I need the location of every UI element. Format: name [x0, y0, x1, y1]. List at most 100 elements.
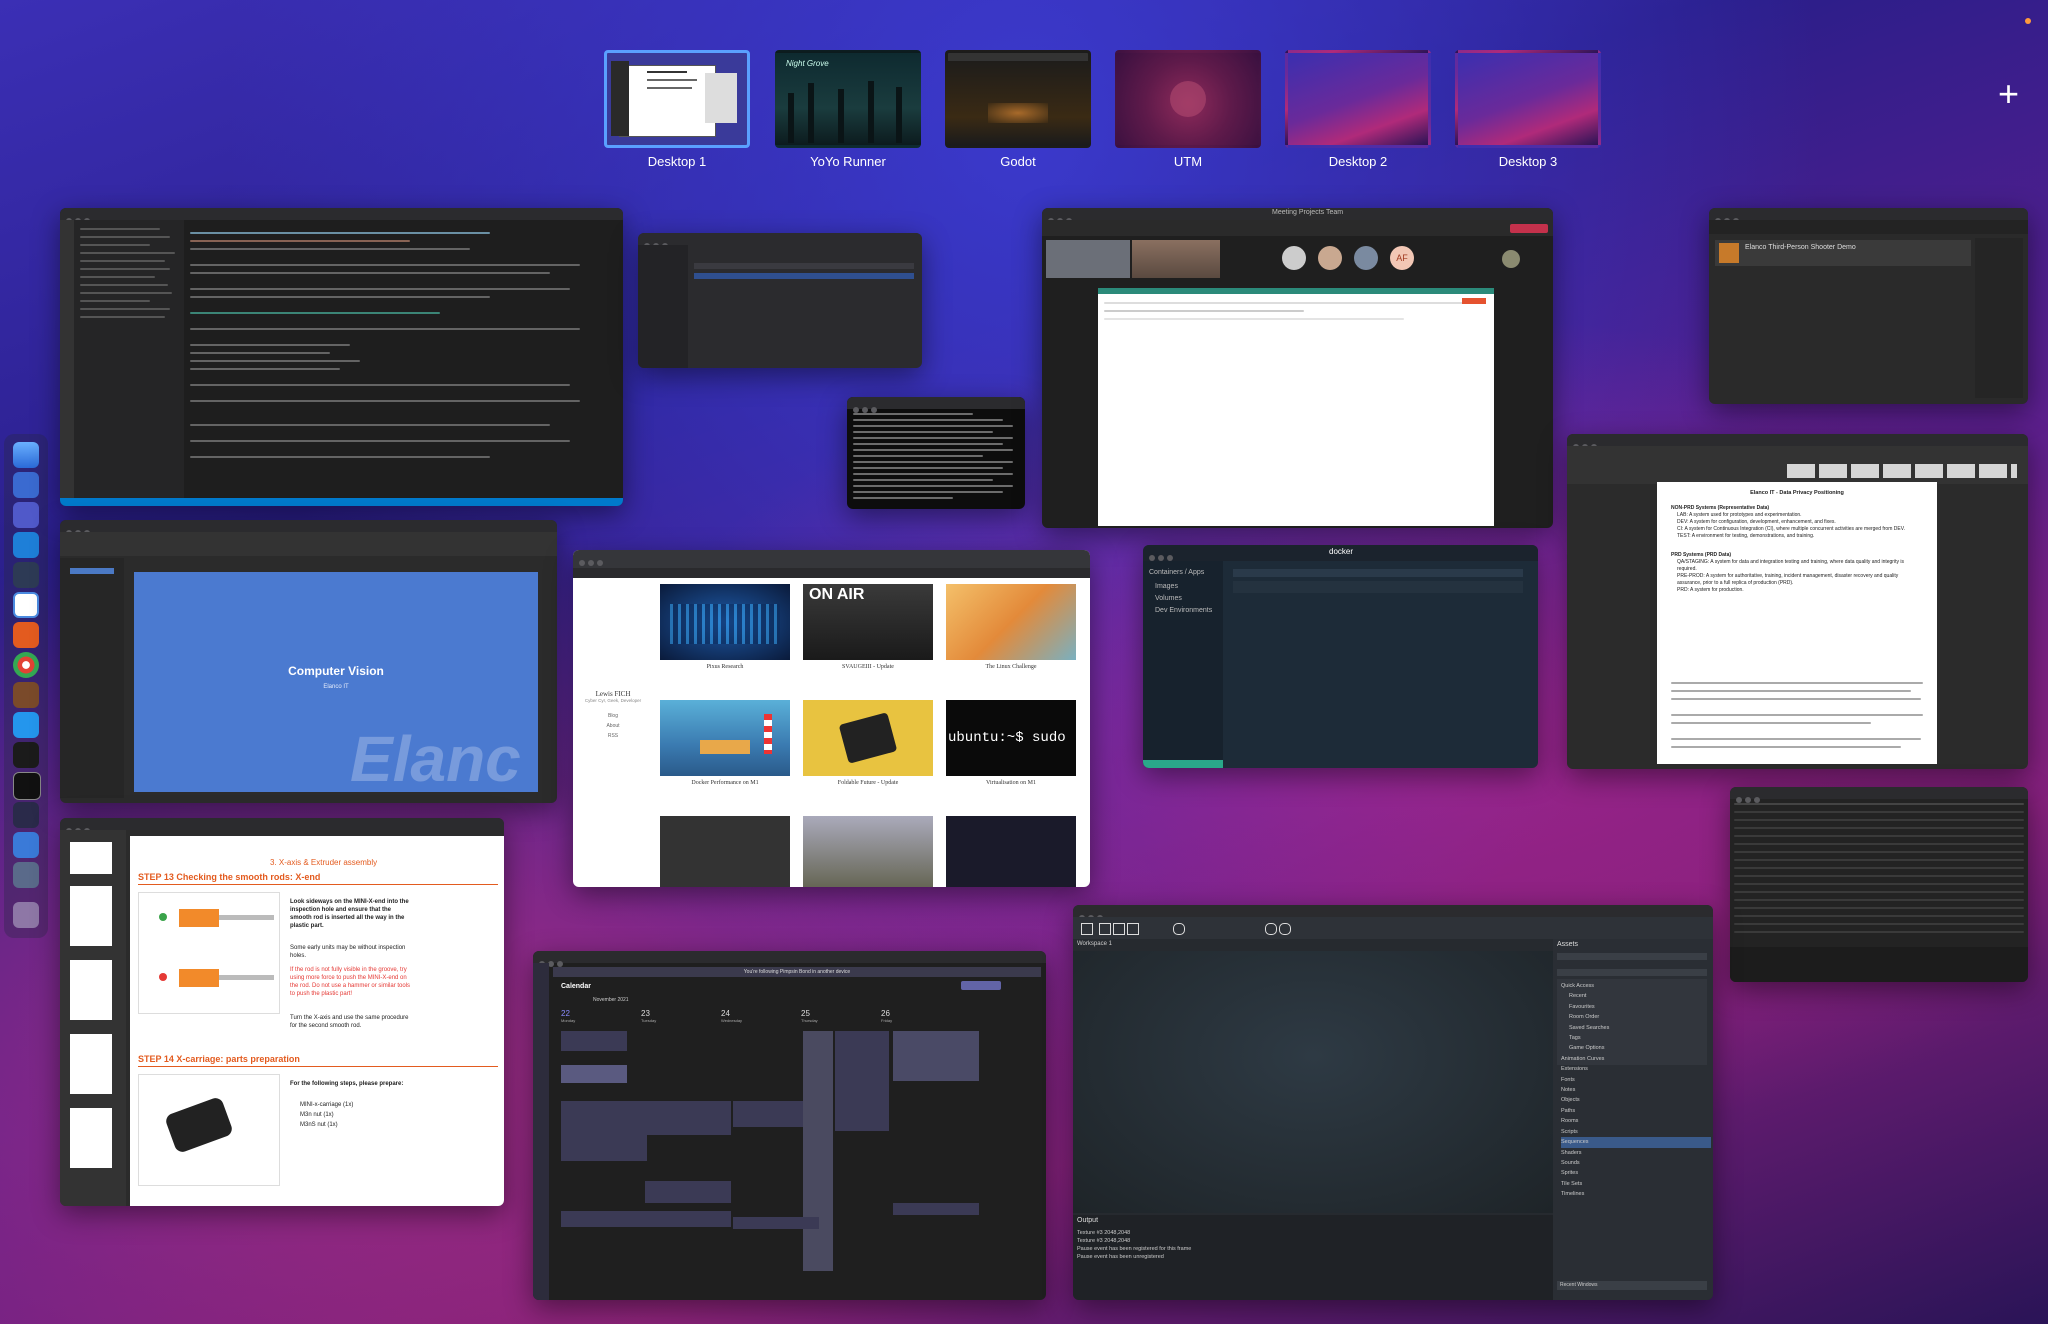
nav-containers[interactable]: Containers / Apps	[1149, 569, 1204, 576]
nav-link-about[interactable]: About	[573, 723, 653, 729]
tree-item[interactable]: Sounds	[1561, 1158, 1711, 1168]
document-page[interactable]: Elanco IT - Data Privacy Positioning NON…	[1657, 482, 1937, 764]
new-meeting-button[interactable]	[961, 981, 1001, 990]
tree-item[interactable]: Scripts	[1561, 1127, 1711, 1137]
nav-link-blog[interactable]: Blog	[573, 713, 653, 719]
calendar-event[interactable]	[893, 1203, 979, 1215]
list-item[interactable]	[694, 273, 914, 279]
app-icon[interactable]	[13, 832, 39, 858]
docker-window[interactable]: docker Containers / Apps Images Volumes …	[1143, 545, 1538, 768]
asset-browser-select[interactable]	[1557, 953, 1707, 960]
vscode-icon[interactable]	[13, 532, 39, 558]
workspace-canvas[interactable]	[1073, 951, 1553, 1213]
terminal-window[interactable]	[847, 397, 1025, 509]
post-image[interactable]: ON AIR	[803, 584, 933, 660]
address-bar[interactable]	[573, 568, 1090, 578]
activity-window[interactable]	[1730, 787, 2028, 982]
app-icon[interactable]	[13, 802, 39, 828]
calendar-event[interactable]	[803, 1031, 833, 1271]
finder-icon[interactable]	[13, 442, 39, 468]
leave-button[interactable]	[1510, 224, 1548, 233]
unity-icon[interactable]	[13, 742, 39, 768]
nav-volumes[interactable]: Volumes	[1155, 595, 1182, 602]
page-thumbnail[interactable]	[70, 1108, 112, 1168]
tree-item[interactable]: Saved Searches	[1561, 1023, 1711, 1033]
post-title[interactable]: The Linux Challenge	[946, 664, 1076, 670]
space-desktop-2[interactable]: Desktop 2	[1285, 50, 1431, 169]
launcher-window[interactable]: Elanco Third-Person Shooter Demo	[1709, 208, 2028, 404]
nav-images[interactable]: Images	[1155, 583, 1178, 590]
trash-icon[interactable]	[13, 902, 39, 928]
post-title[interactable]: Pixus Research	[660, 664, 790, 670]
app-icon[interactable]	[13, 472, 39, 498]
play-icon[interactable]	[1173, 923, 1185, 935]
calendar-event[interactable]	[645, 1101, 731, 1135]
ide-window[interactable]: Workspace 1 Assets Quick Access Recent F…	[1073, 905, 1713, 1300]
app-icon[interactable]	[13, 682, 39, 708]
tree-item[interactable]: Fonts	[1561, 1075, 1711, 1085]
tree-item[interactable]: Objects	[1561, 1095, 1711, 1105]
tree-item[interactable]: Notes	[1561, 1085, 1711, 1095]
teams-meeting-window[interactable]: Meeting Projects Team AF	[1042, 208, 1553, 528]
space-desktop-3[interactable]: Desktop 3	[1455, 50, 1601, 169]
vscode-window[interactable]	[60, 208, 623, 506]
recent-windows-select[interactable]: Recent Windows	[1557, 1281, 1707, 1290]
list-item[interactable]	[1233, 581, 1523, 593]
post-image[interactable]	[946, 816, 1076, 887]
word-window[interactable]: Elanco IT - Data Privacy Positioning NON…	[1567, 434, 2028, 769]
calendar-month[interactable]: November 2021	[593, 997, 629, 1003]
post-title[interactable]: SVAUGEIII - Update	[803, 664, 933, 670]
post-image[interactable]	[660, 816, 790, 887]
post-image[interactable]	[803, 816, 933, 887]
tree-item[interactable]: Quick Access	[1561, 981, 1711, 991]
tree-item[interactable]: Animation Curves	[1561, 1054, 1711, 1064]
app-icon[interactable]	[13, 562, 39, 588]
terminal-icon[interactable]	[13, 772, 41, 800]
zoom-out-icon[interactable]	[1279, 923, 1291, 935]
search-input[interactable]	[1233, 569, 1523, 577]
godot-icon[interactable]	[13, 592, 39, 618]
tree-item[interactable]: Paths	[1561, 1106, 1711, 1116]
new-icon[interactable]	[1099, 923, 1111, 935]
editor-area[interactable]	[190, 228, 590, 488]
nav-link-rss[interactable]: RSS	[573, 733, 653, 739]
tree-item[interactable]: Tile Sets	[1561, 1179, 1711, 1189]
calendar-event[interactable]	[561, 1031, 627, 1051]
tree-item[interactable]: Timelines	[1561, 1189, 1711, 1199]
chrome-icon[interactable]	[13, 652, 39, 678]
zoom-in-icon[interactable]	[1265, 923, 1277, 935]
tree-item[interactable]: Sequences	[1561, 1137, 1711, 1148]
tree-item[interactable]: Rooms	[1561, 1116, 1711, 1126]
calendar-event[interactable]	[645, 1211, 731, 1227]
calendar-event[interactable]	[835, 1031, 889, 1131]
add-space-button[interactable]: +	[1998, 76, 2019, 112]
home-icon[interactable]	[1081, 923, 1093, 935]
styles-gallery[interactable]	[1787, 464, 2017, 478]
app-icon[interactable]	[13, 862, 39, 888]
calendar-event[interactable]	[561, 1065, 627, 1083]
save-icon[interactable]	[1127, 923, 1139, 935]
post-image[interactable]: ubuntu:~$ sudo	[946, 700, 1076, 776]
post-title[interactable]: Virtualisation on M1	[946, 780, 1076, 786]
search-input[interactable]	[1557, 969, 1707, 976]
tree-item[interactable]: Favourites	[1561, 1002, 1711, 1012]
tree-item[interactable]: Sprites	[1561, 1168, 1711, 1178]
post-image[interactable]	[946, 584, 1076, 660]
page-thumbnail[interactable]	[70, 960, 112, 1020]
pdf-window[interactable]: 3. X-axis & Extruder assembly STEP 13 Ch…	[60, 818, 504, 1206]
space-utm[interactable]: UTM	[1115, 50, 1261, 169]
tree-item[interactable]: Recent	[1561, 991, 1711, 1001]
calendar-event[interactable]	[561, 1101, 647, 1161]
tree-item[interactable]: Shaders	[1561, 1148, 1711, 1158]
nav-dev-environments[interactable]: Dev Environments	[1155, 607, 1212, 614]
space-desktop-1[interactable]: Desktop 1	[604, 50, 750, 169]
docker-icon[interactable]	[13, 712, 39, 738]
slide-canvas[interactable]: Computer Vision Elanco IT Elanc	[134, 572, 538, 792]
tree-item[interactable]: Tags	[1561, 1033, 1711, 1043]
file-window[interactable]	[638, 233, 922, 368]
space-yoyo-runner[interactable]: Night Grove YoYo Runner	[775, 50, 921, 169]
post-image[interactable]	[660, 700, 790, 776]
page-thumbnail[interactable]	[70, 1034, 112, 1094]
asset-tree[interactable]: Quick Access Recent Favourites Room Orde…	[1561, 981, 1711, 1200]
page-thumbnail[interactable]	[70, 886, 112, 946]
